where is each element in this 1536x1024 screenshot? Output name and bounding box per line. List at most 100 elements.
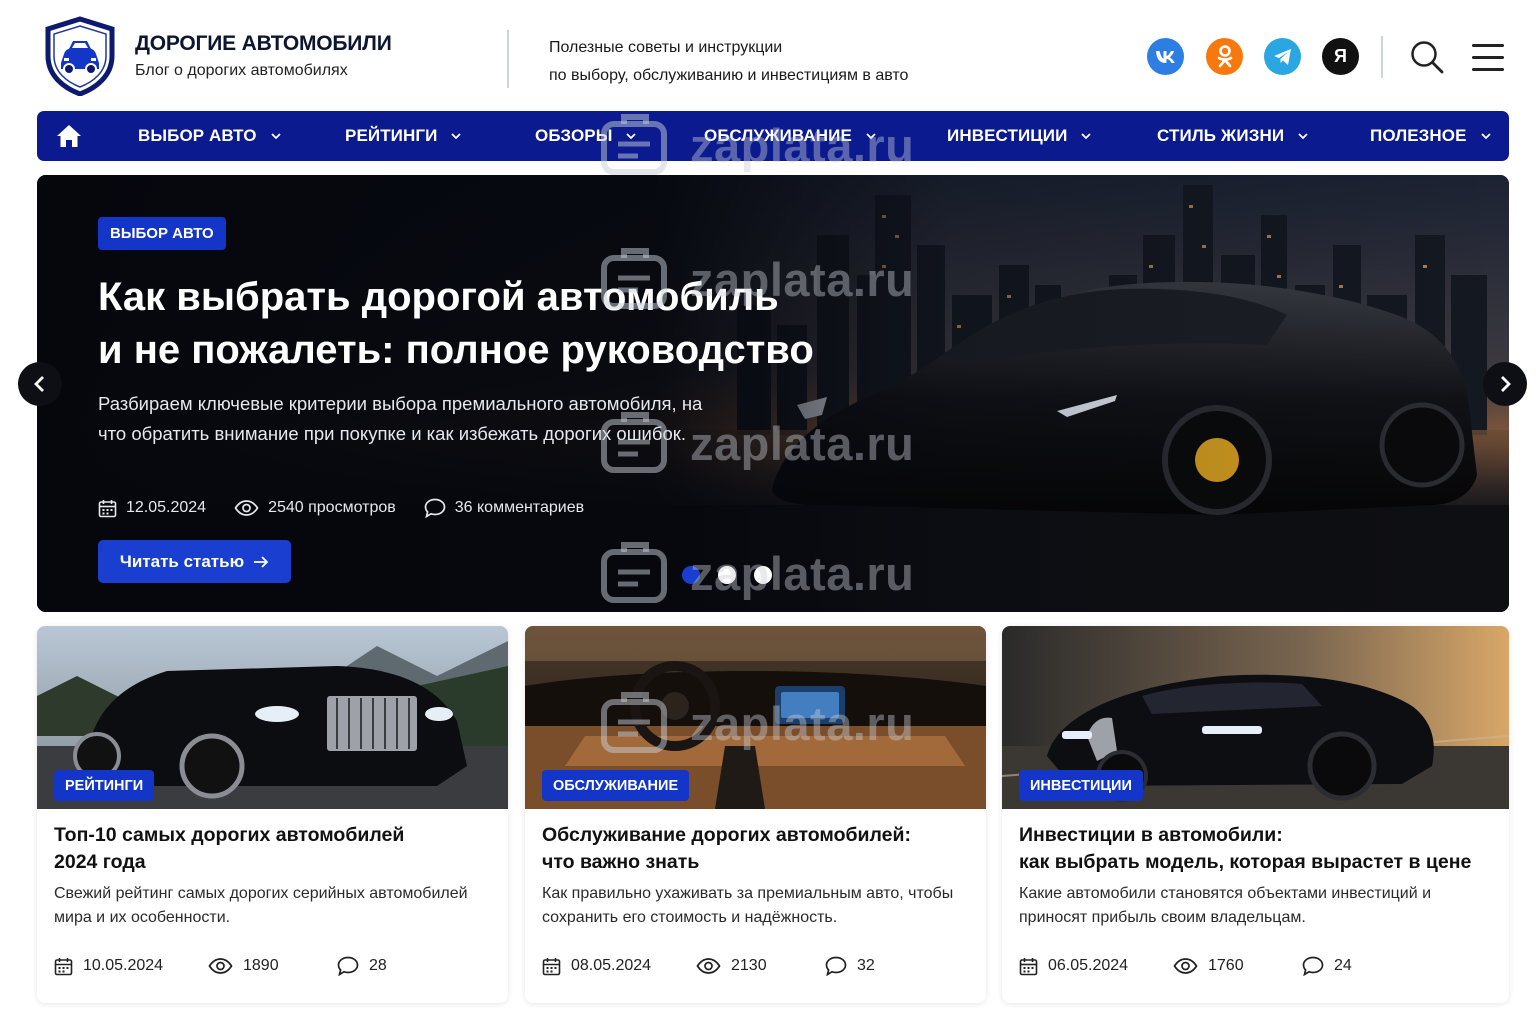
hero-slider: ВЫБОР АВТО Как выбрать дорогой автомобил… [37,175,1509,612]
slider-prev-button[interactable] [18,362,62,406]
slider-dot-3[interactable] [754,566,772,584]
card-date-text: 06.05.2024 [1048,957,1129,974]
nav-item-obzory[interactable]: ОБЗОРЫ [535,111,637,161]
read-article-label: Читать статью [119,551,245,571]
card-title[interactable]: Топ-10 самых дорогих автомобилей 2024 го… [54,822,494,876]
card-meta: 10.05.2024 1890 28 [54,956,387,976]
slider-dot-2[interactable] [718,566,736,584]
comment-icon [825,956,847,976]
card-category-badge[interactable]: ОБСЛУЖИВАНИЕ [542,770,690,801]
yandex-icon[interactable]: Я [1322,38,1359,75]
home-icon[interactable] [55,123,83,149]
card-title[interactable]: Инвестиции в автомобили: как выбрать мод… [1019,822,1499,876]
article-card[interactable]: РЕЙТИНГИ Топ-10 самых дорогих автомобиле… [37,626,508,1003]
site-header: ДОРОГИЕ АВТОМОБИЛИ Блог о дорогих автомо… [0,0,1536,110]
card-category-badge[interactable]: РЕЙТИНГИ [54,770,155,801]
card-views: 2130 [696,957,825,975]
nav-label: ВЫБОР АВТО [138,126,257,145]
card-comments-text: 24 [1334,957,1352,974]
card-title-line-2: что важно знать [542,851,700,873]
hero-title[interactable]: Как выбрать дорогой автомобиль и не пожа… [98,271,818,377]
brand-title[interactable]: ДОРОГИЕ АВТОМОБИЛИ [135,32,392,56]
tagline-line-2: по выбору, обслуживанию и инвестициям в … [549,67,909,84]
nav-item-reytingi[interactable]: РЕЙТИНГИ [345,111,462,161]
header-divider-right [1381,36,1383,78]
read-article-button[interactable]: Читать статью [98,540,291,583]
chevron-down-icon [1081,133,1092,140]
hero-comments-text: 36 комментариев [454,499,585,516]
eye-icon [234,500,259,516]
arrow-right-icon [254,555,269,568]
nav-label: ОБЗОРЫ [535,126,613,145]
card-comments: 32 [825,956,875,976]
header-tagline: Полезные советы и инструкции по выбору, … [549,34,908,90]
card-date: 06.05.2024 [1019,957,1173,976]
chevron-down-icon [626,133,637,140]
main-nav: ВЫБОР АВТО РЕЙТИНГИ ОБЗОРЫ ОБСЛУЖИВАНИЕ … [37,111,1509,161]
card-title[interactable]: Обслуживание дорогих автомобилей: что ва… [542,822,982,876]
card-comments-text: 32 [857,957,875,974]
card-meta: 08.05.2024 2130 32 [542,956,875,976]
card-views-text: 1890 [243,957,279,974]
nav-item-investicii[interactable]: ИНВЕСТИЦИИ [947,111,1092,161]
slider-dot-1[interactable] [682,566,700,584]
card-title-line-1: Обслуживание дорогих автомобилей: [542,824,912,846]
card-date: 08.05.2024 [542,957,696,976]
chevron-down-icon [1480,133,1491,140]
slider-next-button[interactable] [1483,362,1527,406]
tagline-line-1: Полезные советы и инструкции [549,39,783,56]
calendar-icon [54,957,73,975]
nav-item-vybor-avto[interactable]: ВЫБОР АВТО [138,111,281,161]
nav-label: ОБСЛУЖИВАНИЕ [704,126,852,145]
chevron-down-icon [1298,133,1308,140]
eye-icon [696,958,721,974]
card-views-text: 2130 [731,957,767,974]
calendar-icon [98,499,117,517]
hero-meta: 12.05.2024 2540 просмотров 36 комментари… [98,497,612,519]
card-comments: 24 [1302,956,1352,976]
telegram-icon[interactable] [1264,38,1301,75]
hero-category-badge[interactable]: ВЫБОР АВТО [98,217,226,250]
card-comments-text: 28 [369,957,387,974]
card-views: 1760 [1173,957,1302,975]
eye-icon [1173,958,1198,974]
chevron-left-icon [34,376,44,392]
card-title-line-1: Топ-10 самых дорогих автомобилей [54,824,405,846]
nav-label: СТИЛЬ ЖИЗНИ [1157,126,1285,145]
nav-label: РЕЙТИНГИ [345,126,438,145]
card-comments: 28 [337,956,387,976]
logo-shield-icon[interactable] [44,16,116,96]
nav-label: ИНВЕСТИЦИИ [947,126,1068,145]
vk-icon[interactable] [1147,38,1184,75]
nav-item-stil-zhizni[interactable]: СТИЛЬ ЖИЗНИ [1157,111,1308,161]
article-card[interactable]: ИНВЕСТИЦИИ Инвестиции в автомобили: как … [1002,626,1509,1003]
card-description: Какие автомобили становятся объектами ин… [1019,885,1432,926]
nav-label: ПОЛЕЗНОЕ [1370,126,1467,145]
nav-item-poleznoe[interactable]: ПОЛЕЗНОЕ [1370,111,1491,161]
card-description: Как правильно ухаживать за премиальным а… [542,885,954,926]
eye-icon [208,958,233,974]
ok-icon[interactable] [1206,38,1243,75]
card-title-line-2: 2024 года [54,851,146,873]
calendar-icon [542,957,561,975]
header-divider [507,30,509,88]
card-meta: 06.05.2024 1760 24 [1019,956,1352,976]
article-card[interactable]: ОБСЛУЖИВАНИЕ Обслуживание дорогих автомо… [525,626,986,1003]
nav-item-obsluzhivanie[interactable]: ОБСЛУЖИВАНИЕ [704,111,876,161]
card-title-line-2: как выбрать модель, которая вырастет в ц… [1019,851,1472,873]
search-icon[interactable] [1408,38,1446,76]
comment-icon [424,498,446,518]
brand-subtitle: Блог о дорогих автомобилях [135,62,348,79]
hamburger-menu-icon[interactable] [1470,42,1506,72]
card-views: 1890 [208,957,337,975]
chevron-right-icon [1501,376,1511,392]
card-views-text: 1760 [1208,957,1244,974]
calendar-icon [1019,957,1038,975]
comment-icon [1302,956,1324,976]
hero-date-text: 12.05.2024 [126,499,207,516]
card-category-badge[interactable]: ИНВЕСТИЦИИ [1019,770,1143,801]
card-date-text: 08.05.2024 [571,957,652,974]
hero-date: 12.05.2024 [98,499,206,518]
hero-comments: 36 комментариев [424,498,584,518]
card-date-text: 10.05.2024 [83,957,164,974]
